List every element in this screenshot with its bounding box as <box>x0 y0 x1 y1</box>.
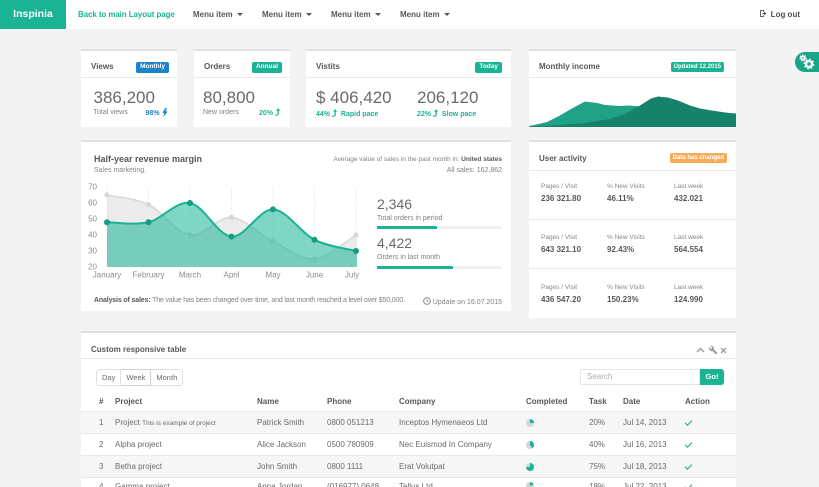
svg-text:July: July <box>345 271 359 280</box>
svg-text:40: 40 <box>88 231 97 240</box>
svg-text:June: June <box>306 271 324 280</box>
svg-text:March: March <box>179 271 201 280</box>
svg-text:30: 30 <box>88 247 97 256</box>
svg-text:50: 50 <box>88 215 97 224</box>
svg-text:January: January <box>93 271 121 280</box>
svg-text:60: 60 <box>88 199 97 208</box>
svg-text:February: February <box>132 271 164 280</box>
svg-text:May: May <box>265 271 280 280</box>
svg-text:April: April <box>223 271 239 280</box>
svg-text:70: 70 <box>88 183 97 192</box>
